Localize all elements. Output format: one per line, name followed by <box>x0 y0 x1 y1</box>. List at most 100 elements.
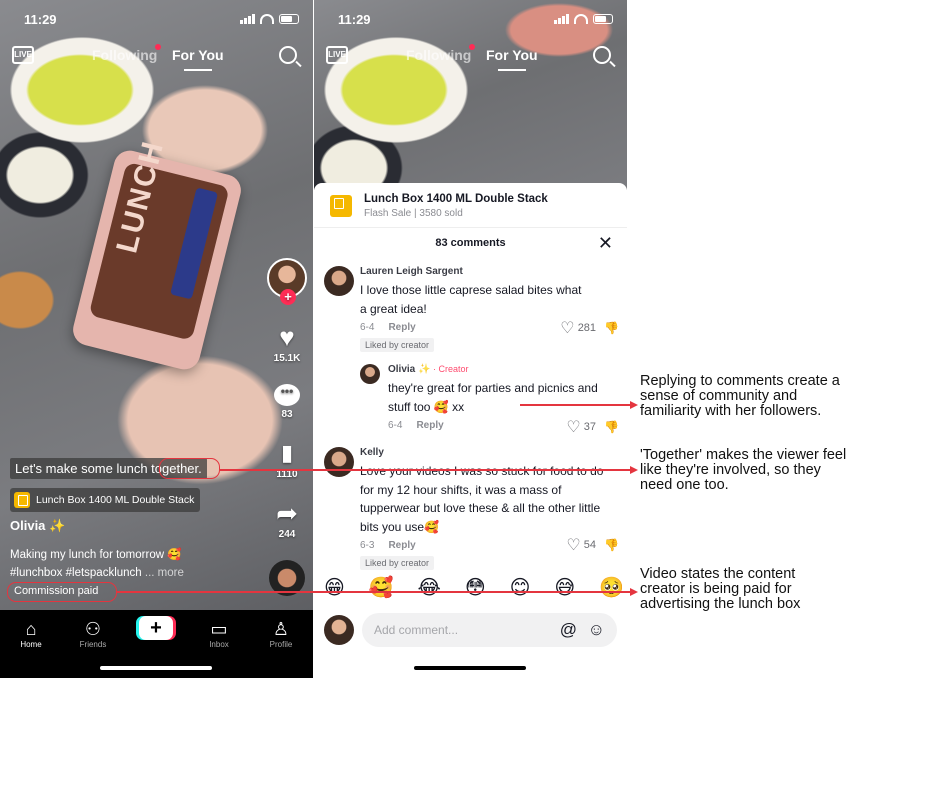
shopping-bag-icon <box>330 195 352 217</box>
shopping-bag-icon <box>14 492 30 508</box>
bookmark-icon: ▮ <box>280 440 294 465</box>
reply-like: ♡ 37 👎 <box>547 417 619 437</box>
emoji-blush[interactable]: 😊 <box>510 575 531 600</box>
product-tag-label: Lunch Box 1400 ML Double Stack <box>36 494 195 506</box>
heart-outline-icon[interactable]: ♡ <box>566 419 580 436</box>
commenter-name[interactable]: Kelly <box>360 447 611 458</box>
comment-text: I love those little caprese salad bites … <box>360 283 582 316</box>
comments-screen: 11:29 LIVE Following For You Lunch Box 1… <box>314 0 627 678</box>
comment-text: Love your videos I was so stuck for food… <box>360 464 604 534</box>
annotation-arrow-3 <box>117 591 632 593</box>
heart-icon: ♥ <box>279 322 295 352</box>
status-time: 11:29 <box>338 12 371 27</box>
reply-author[interactable]: Olivia ✨ <box>388 364 430 375</box>
nav-profile[interactable]: ♙ Profile <box>256 618 306 649</box>
reply-button[interactable]: Reply <box>388 540 415 551</box>
reply-button[interactable]: Reply <box>388 322 415 333</box>
thumbs-down-icon[interactable]: 👎 <box>604 420 619 434</box>
annotation-community: Replying to comments create a sense of c… <box>640 373 840 419</box>
live-icon[interactable]: LIVE <box>326 46 348 64</box>
heart-outline-icon[interactable]: ♡ <box>566 537 580 554</box>
emoji-grin[interactable]: 😁 <box>324 575 345 600</box>
product-card[interactable]: Lunch Box 1400 ML Double Stack Flash Sal… <box>330 193 548 219</box>
nav-home-label: Home <box>20 640 42 649</box>
nav-friends-label: Friends <box>79 640 107 649</box>
search-icon[interactable] <box>279 46 297 64</box>
comment-button[interactable]: ••• 83 <box>274 384 300 420</box>
search-icon[interactable] <box>593 46 611 64</box>
creator-username[interactable]: Olivia ✨ <box>10 518 65 534</box>
emoji-sweat[interactable]: 😅 <box>554 575 575 600</box>
product-title: Lunch Box 1400 ML Double Stack <box>364 193 548 205</box>
notification-dot <box>155 44 161 50</box>
together-highlight <box>159 458 220 479</box>
tab-following[interactable]: Following <box>406 47 471 63</box>
follow-plus-icon[interactable]: + <box>280 289 296 305</box>
add-comment-input[interactable]: Add comment... <box>362 613 617 647</box>
commenter-name[interactable]: Lauren Leigh Sargent <box>360 266 583 277</box>
tab-for-you[interactable]: For You <box>172 47 224 71</box>
top-nav: LIVE Following For You <box>314 44 627 74</box>
tab-for-you[interactable]: For You <box>486 47 538 71</box>
save-button[interactable]: ▮ 1110 <box>276 440 297 480</box>
status-bar: 11:29 <box>314 10 627 30</box>
emoji-quick-bar: 😁 🥰 😂 😳 😊 😅 🥺 <box>324 575 624 600</box>
status-bar: 11:29 <box>0 10 313 30</box>
emoji-pleading[interactable]: 🥺 <box>599 575 624 600</box>
comments-count: 83 <box>281 409 293 420</box>
annotation-arrowhead-2 <box>630 466 638 474</box>
annotation-together: 'Together' makes the viewer feel like th… <box>640 447 847 493</box>
heart-outline-icon[interactable]: ♡ <box>560 320 574 337</box>
annotation-arrow-2 <box>220 469 632 471</box>
nav-friends[interactable]: ⚇ Friends <box>68 618 118 649</box>
create-button[interactable]: + <box>139 616 173 640</box>
emoji-flushed[interactable]: 😳 <box>465 575 486 600</box>
wifi-icon <box>574 14 588 24</box>
comment-date: 6-4 <box>360 322 375 333</box>
commenter-avatar[interactable] <box>324 266 354 296</box>
nav-inbox-label: Inbox <box>209 640 229 649</box>
action-rail: + ♥ 15.1K ••• 83 ▮ 1110 ➦ 244 <box>267 258 307 540</box>
mention-icon[interactable]: @ <box>560 620 577 640</box>
comment-date: 6-3 <box>360 540 375 551</box>
hashtags[interactable]: #lunchbox #letspacklunch <box>10 567 142 579</box>
comment-like-count: 54 <box>583 538 597 551</box>
add-comment-bar: Add comment... @ ☺ <box>324 611 617 651</box>
divider <box>314 227 627 228</box>
reply-button[interactable]: Reply <box>416 420 443 431</box>
share-button[interactable]: ➦ 244 <box>276 500 298 540</box>
emoji-icon[interactable]: ☺ <box>588 620 605 640</box>
emoji-hearts[interactable]: 🥰 <box>369 575 394 600</box>
comment-icon: ••• <box>274 384 300 406</box>
profile-icon: ♙ <box>272 619 290 639</box>
nav-home[interactable]: ⌂ Home <box>6 618 56 649</box>
creator-badge: · Creator <box>430 364 469 374</box>
notification-dot <box>469 44 475 50</box>
shares-count: 244 <box>278 529 296 540</box>
creator-reply-avatar[interactable] <box>360 364 380 384</box>
product-tag[interactable]: Lunch Box 1400 ML Double Stack <box>10 488 201 512</box>
like-button[interactable]: ♥ 15.1K <box>274 324 301 364</box>
thumbs-down-icon[interactable]: 👎 <box>604 538 619 552</box>
tab-following[interactable]: Following <box>92 47 157 63</box>
close-icon[interactable]: ✕ <box>598 233 613 254</box>
signal-icon <box>554 14 569 24</box>
likes-count: 15.1K <box>273 353 301 364</box>
nav-inbox[interactable]: ▭ Inbox <box>194 618 244 649</box>
reply-date: 6-4 <box>388 420 403 431</box>
friends-icon: ⚇ <box>84 619 102 639</box>
liked-by-creator-badge: Liked by creator <box>360 556 435 570</box>
lunchbox-image: LUNCH <box>69 137 245 373</box>
emoji-joy[interactable]: 😂 <box>418 575 441 600</box>
commission-highlight <box>7 582 117 602</box>
live-icon[interactable]: LIVE <box>12 46 34 64</box>
thumbs-down-icon[interactable]: 👎 <box>604 321 619 335</box>
commenter-avatar[interactable] <box>324 447 354 477</box>
product-subtitle: Flash Sale | 3580 sold <box>364 208 463 219</box>
battery-icon <box>279 14 299 24</box>
more-link[interactable]: ... more <box>145 567 184 579</box>
annotation-commission: Video states the content creator is bein… <box>640 566 801 612</box>
video-description: Making my lunch for tomorrow 🥰 #lunchbox… <box>10 546 230 582</box>
creator-avatar[interactable]: + <box>267 258 307 305</box>
status-time: 11:29 <box>24 12 57 27</box>
